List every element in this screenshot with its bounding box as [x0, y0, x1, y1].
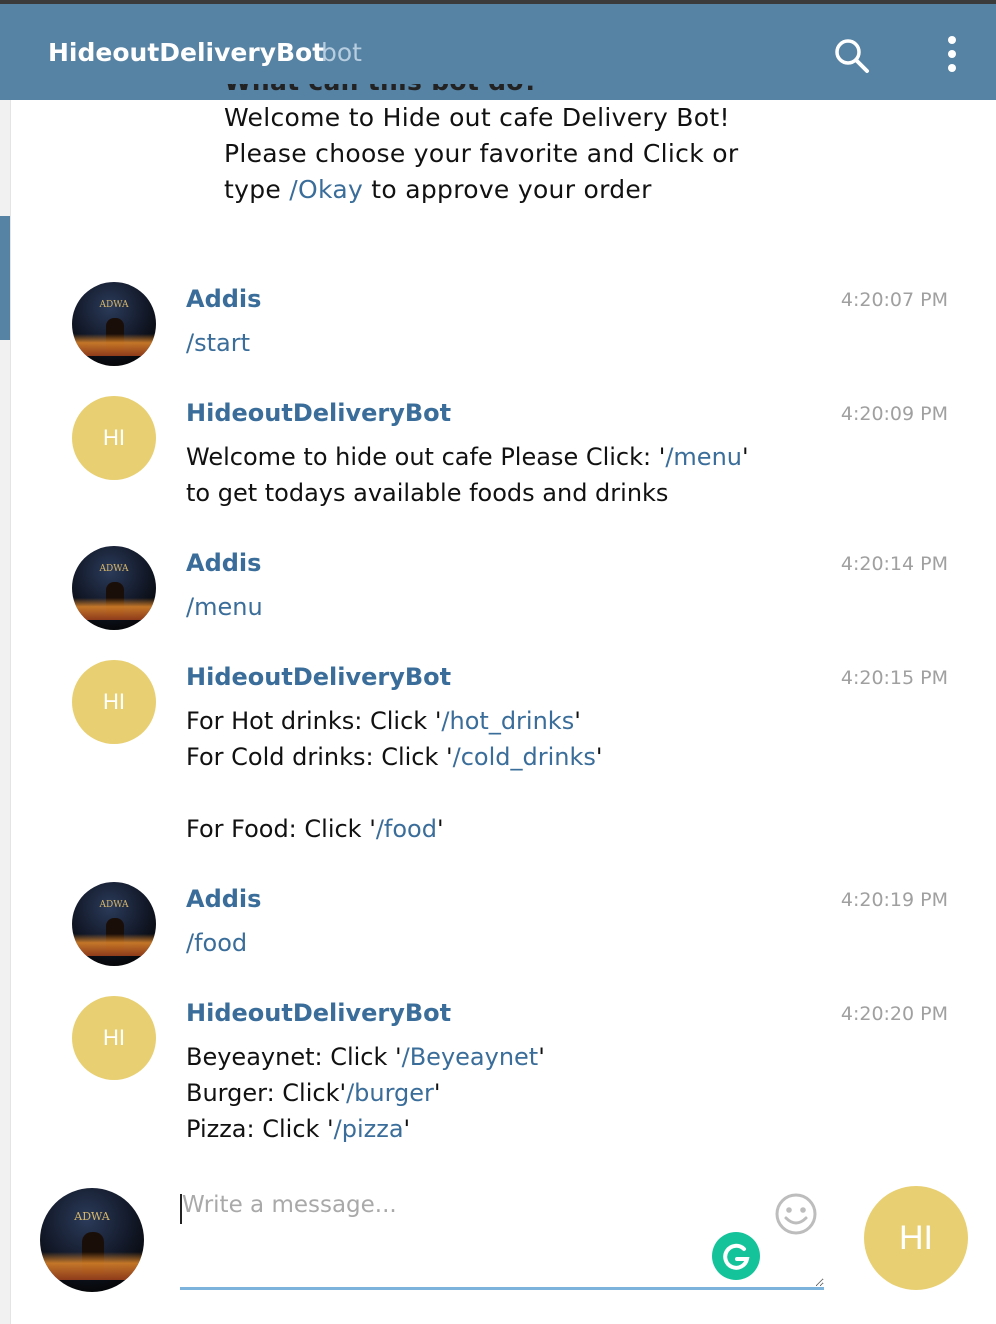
more-vertical-icon[interactable] [938, 34, 966, 78]
message-text: For Hot drinks: Click ' [186, 707, 442, 735]
message-line: Pizza: Click '/pizza' [186, 1111, 806, 1147]
message-body: Beyeaynet: Click '/Beyeaynet' Burger: Cli… [186, 1039, 806, 1147]
avatar-logo-text: ADWA [99, 564, 129, 574]
command-link[interactable]: /hot_drinks [441, 707, 574, 735]
user-avatar[interactable]: ADWA [72, 546, 156, 630]
command-link[interactable]: /pizza [334, 1115, 404, 1143]
avatar-logo-text: ADWA [74, 1210, 110, 1223]
message-timestamp: 4:20:15 PM [840, 667, 948, 689]
message-timestamp: 4:20:09 PM [840, 403, 948, 425]
my-avatar[interactable]: ADWA [40, 1188, 144, 1292]
message-text: Beyeaynet: Click ' [186, 1043, 402, 1071]
message-body: For Hot drinks: Click '/hot_drinks' For C… [186, 703, 806, 847]
message-text: ' [403, 1115, 411, 1143]
message-text: Welcome to hide out cafe Please Click: ' [186, 443, 666, 471]
message-text: ' [538, 1043, 545, 1071]
bot-avatar[interactable]: HI [72, 996, 156, 1080]
scroll-thumb[interactable] [0, 216, 10, 340]
chat-title[interactable]: HideoutDeliveryBot [48, 38, 324, 67]
message-line: /start [186, 325, 806, 361]
message-line: Welcome to hide out cafe Please Click: '… [186, 439, 806, 475]
search-icon[interactable] [832, 36, 872, 76]
command-link[interactable]: /burger [346, 1079, 434, 1107]
command-link[interactable]: /food [186, 929, 247, 957]
message-line: /food [186, 925, 806, 961]
message-line: For Cold drinks: Click '/cold_drinks' [186, 739, 806, 775]
user-avatar[interactable]: ADWA [72, 882, 156, 966]
bot-avatar[interactable]: HI [72, 396, 156, 480]
message-text: ' [436, 815, 444, 843]
command-link[interactable]: /cold_drinks [453, 743, 596, 771]
message-line: /menu [186, 589, 806, 625]
message-sender[interactable]: HideoutDeliveryBot [186, 663, 451, 691]
message-text: ' [574, 707, 581, 735]
bot-avatar-send[interactable]: HI [864, 1186, 968, 1290]
bot-description-line: Welcome to Hide out cafe Delivery Bot! [224, 103, 730, 132]
message-timestamp: 4:20:20 PM [840, 1003, 948, 1025]
message-timestamp: 4:20:19 PM [840, 889, 948, 911]
message-sender[interactable]: Addis [186, 549, 261, 577]
scroll-track [0, 100, 11, 1324]
message-body: Welcome to hide out cafe Please Click: '… [186, 439, 806, 511]
text-cursor [180, 1194, 182, 1224]
message-sender[interactable]: HideoutDeliveryBot [186, 399, 451, 427]
command-link[interactable]: /start [186, 329, 250, 357]
avatar-logo-text: ADWA [99, 300, 129, 310]
message-line: For Hot drinks: Click '/hot_drinks' [186, 703, 806, 739]
chat-subtitle: bot [321, 38, 362, 67]
bot-avatar[interactable]: HI [72, 660, 156, 744]
bot-description-line: Please choose your favorite and Click or [224, 139, 739, 168]
command-link[interactable]: /menu [665, 443, 742, 471]
message-text: For Cold drinks: Click ' [186, 743, 453, 771]
bot-description-line: type /Okay to approve your order [224, 175, 652, 204]
command-link[interactable]: /menu [186, 593, 263, 621]
grammarly-icon[interactable] [712, 1232, 760, 1280]
message-text: Pizza: Click ' [186, 1115, 334, 1143]
message-text: For Food: Click ' [186, 815, 376, 843]
message-sender[interactable]: HideoutDeliveryBot [186, 999, 451, 1027]
message-timestamp: 4:20:14 PM [840, 553, 948, 575]
smiley-icon[interactable] [774, 1192, 818, 1236]
message-line: to get todays available foods and drinks [186, 475, 806, 511]
message-text: ' [595, 743, 603, 771]
bot-description: What can this bot do? Welcome to Hide ou… [224, 84, 824, 208]
avatar-logo-text: ADWA [99, 900, 129, 910]
message-text: ' [433, 1079, 441, 1107]
message-body: /start [186, 325, 806, 361]
message-line: For Food: Click '/food' [186, 811, 806, 847]
message-timestamp: 4:20:07 PM [840, 289, 948, 311]
message-text: to get todays available foods and drinks [186, 479, 669, 507]
message-line [186, 775, 806, 811]
message-body: /food [186, 925, 806, 961]
message-line: Burger: Click'/burger' [186, 1075, 806, 1111]
message-line: Beyeaynet: Click '/Beyeaynet' [186, 1039, 806, 1075]
command-link[interactable]: /food [376, 815, 437, 843]
message-sender[interactable]: Addis [186, 885, 261, 913]
command-link[interactable]: /Beyeaynet [402, 1043, 539, 1071]
message-text: Burger: Click' [186, 1079, 347, 1107]
bot-description-heading: What can this bot do? [224, 84, 824, 100]
message-text: ' [742, 443, 749, 471]
message-body: /menu [186, 589, 806, 625]
message-sender[interactable]: Addis [186, 285, 261, 313]
user-avatar[interactable]: ADWA [72, 282, 156, 366]
command-link[interactable]: /Okay [289, 175, 363, 204]
